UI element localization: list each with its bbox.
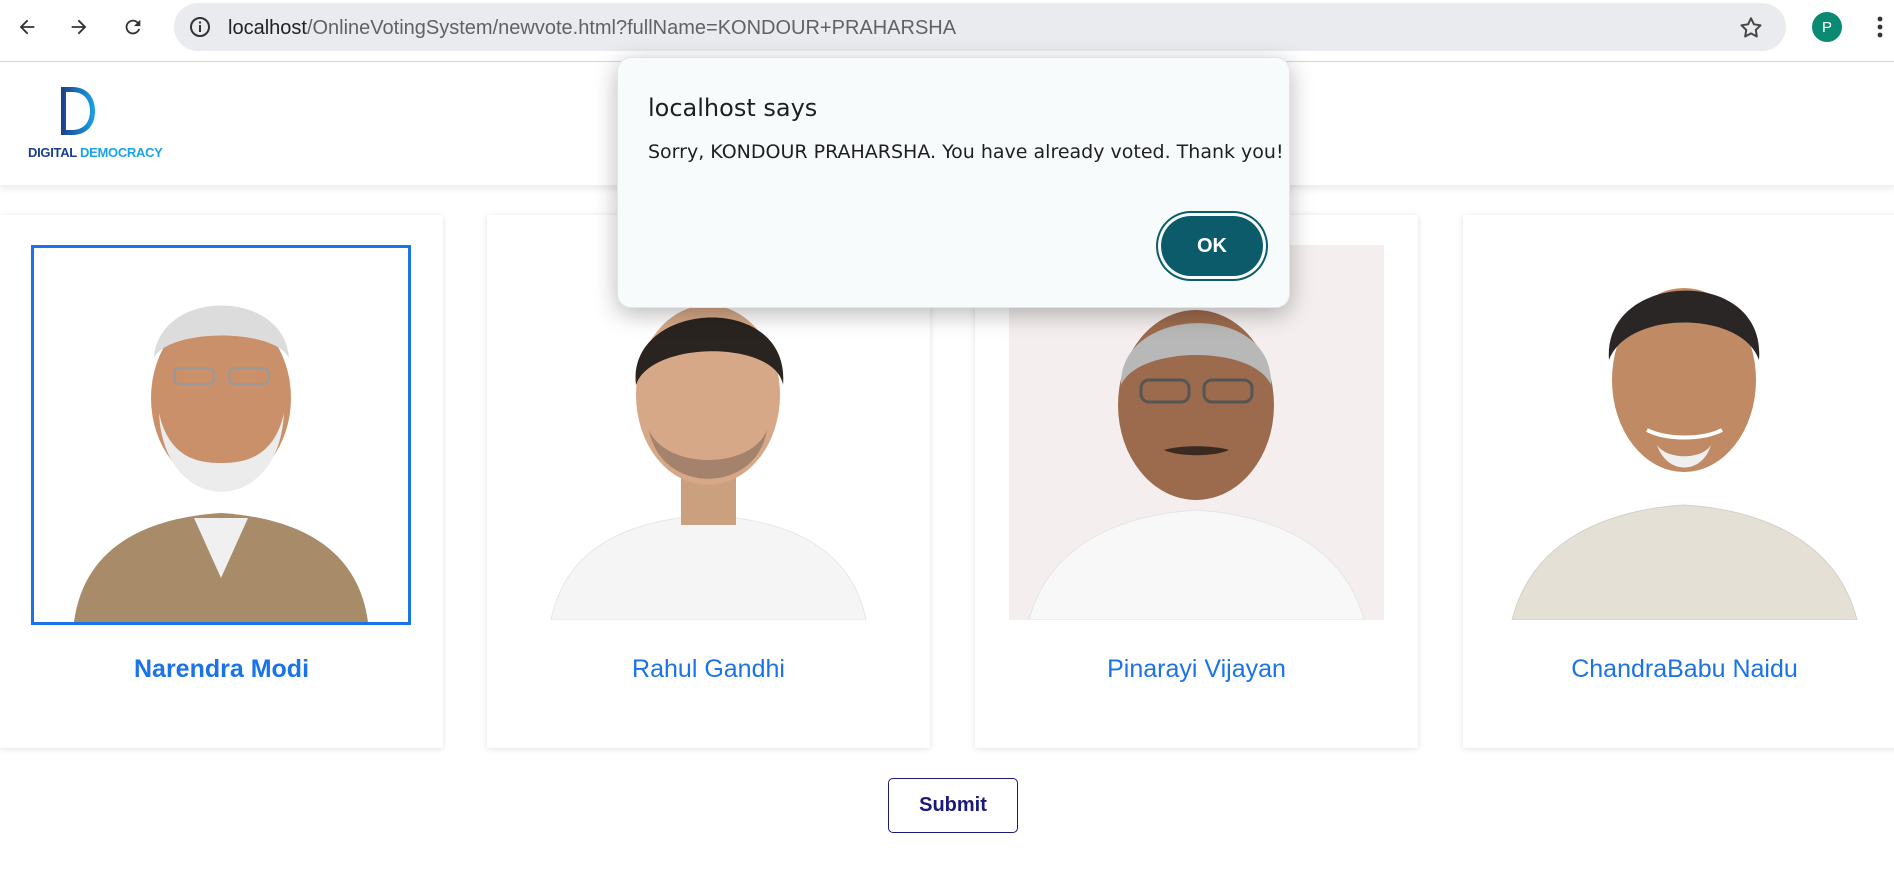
browser-toolbar: localhost/OnlineVotingSystem/newvote.htm… <box>0 0 1894 62</box>
candidate-card[interactable]: ChandraBabu Naidu <box>1463 215 1894 748</box>
site-info-icon[interactable] <box>188 15 212 39</box>
ok-button[interactable]: OK <box>1161 216 1263 276</box>
back-arrow-icon[interactable] <box>10 10 44 44</box>
more-menu-icon[interactable] <box>1870 12 1890 42</box>
reload-icon[interactable] <box>116 10 150 44</box>
candidate-card[interactable]: Narendra Modi <box>0 215 443 748</box>
address-bar[interactable]: localhost/OnlineVotingSystem/newvote.htm… <box>174 3 1786 51</box>
candidate-photo[interactable] <box>1497 245 1872 620</box>
portrait-image <box>34 248 408 622</box>
url-path: /OnlineVotingSystem/newvote.html?fullNam… <box>306 17 957 39</box>
candidate-name[interactable]: Pinarayi Vijayan <box>975 655 1418 684</box>
forward-arrow-icon[interactable] <box>62 10 96 44</box>
submit-button[interactable]: Submit <box>888 778 1018 833</box>
profile-avatar[interactable]: P <box>1812 12 1842 42</box>
candidate-name[interactable]: Narendra Modi <box>0 655 443 684</box>
digital-democracy-logo[interactable]: DIGITAL DEMOCRACY <box>28 85 163 165</box>
logo-text: DIGITAL DEMOCRACY <box>28 145 163 160</box>
url-text[interactable]: localhost/OnlineVotingSystem/newvote.htm… <box>228 17 956 40</box>
alert-dialog: localhost says Sorry, KONDOUR PRAHARSHA.… <box>617 57 1290 308</box>
logo-d-mark <box>61 87 95 135</box>
dialog-title: localhost says <box>648 94 818 122</box>
candidate-name[interactable]: ChandraBabu Naidu <box>1463 655 1894 684</box>
dialog-message: Sorry, KONDOUR PRAHARSHA. You have alrea… <box>648 141 1284 163</box>
candidate-name[interactable]: Rahul Gandhi <box>487 655 930 684</box>
portrait-image <box>1497 245 1872 620</box>
bookmark-star-icon[interactable] <box>1738 15 1764 41</box>
url-host: localhost <box>228 17 307 39</box>
candidate-photo[interactable] <box>31 245 411 625</box>
